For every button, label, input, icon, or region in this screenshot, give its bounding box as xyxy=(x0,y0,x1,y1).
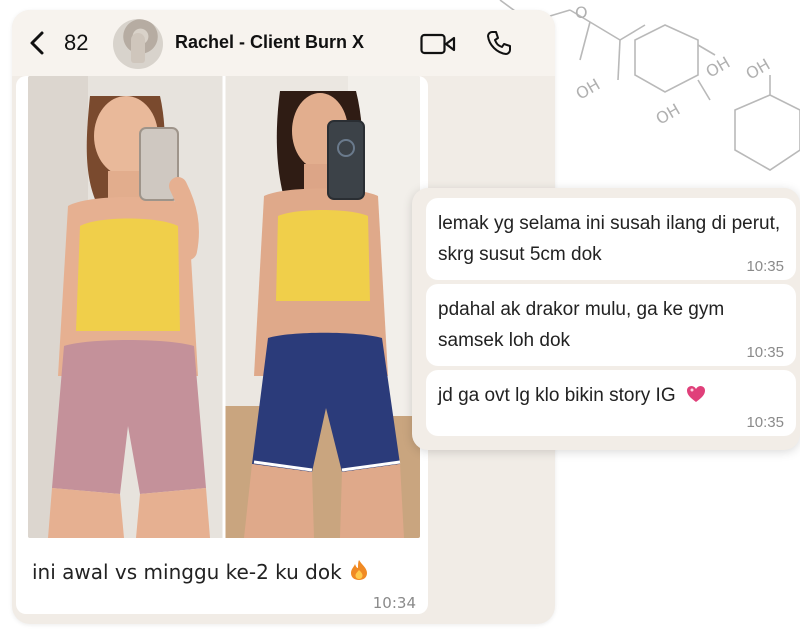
image-message[interactable]: ini awal vs minggu ke-2 ku dok 10:34 xyxy=(16,76,428,614)
video-camera-icon[interactable] xyxy=(420,33,456,55)
chevron-left-icon[interactable] xyxy=(26,30,48,56)
message-text: jd ga ovt lg klo bikin story IG xyxy=(438,385,676,406)
phone-icon[interactable] xyxy=(486,30,512,56)
avatar[interactable] xyxy=(113,19,163,69)
message-text: pdahal ak drakor mulu, ga ke gym samsek … xyxy=(438,299,725,351)
fire-emoji-icon xyxy=(351,560,368,580)
molecule-label: OH xyxy=(703,53,734,82)
chat-header: 82 Rachel - Client Burn X xyxy=(12,10,555,76)
text-message[interactable]: jd ga ovt lg klo bikin story IG 10:35 xyxy=(426,370,796,436)
molecule-label: O xyxy=(575,3,588,22)
message-text: lemak yg selama ini susah ilang di perut… xyxy=(438,213,781,265)
text-messages-card: lemak yg selama ini susah ilang di perut… xyxy=(412,188,800,450)
text-message[interactable]: pdahal ak drakor mulu, ga ke gym samsek … xyxy=(426,284,796,366)
contact-name[interactable]: Rachel - Client Burn X xyxy=(175,32,364,53)
caption-text: ini awal vs minggu ke-2 ku dok xyxy=(32,560,342,584)
image-caption: ini awal vs minggu ke-2 ku dok xyxy=(32,559,368,584)
text-message[interactable]: lemak yg selama ini susah ilang di perut… xyxy=(426,198,796,280)
message-time: 10:35 xyxy=(746,414,784,431)
before-after-photo[interactable] xyxy=(28,76,420,538)
sparkling-heart-emoji-icon xyxy=(686,386,705,402)
message-time: 10:35 xyxy=(746,344,784,361)
molecule-label: OH xyxy=(653,100,684,129)
molecule-label: OH xyxy=(573,75,604,104)
molecule-label: OH xyxy=(743,55,774,84)
unread-count[interactable]: 82 xyxy=(64,30,88,56)
message-time: 10:35 xyxy=(746,258,784,275)
message-time: 10:34 xyxy=(372,594,416,612)
